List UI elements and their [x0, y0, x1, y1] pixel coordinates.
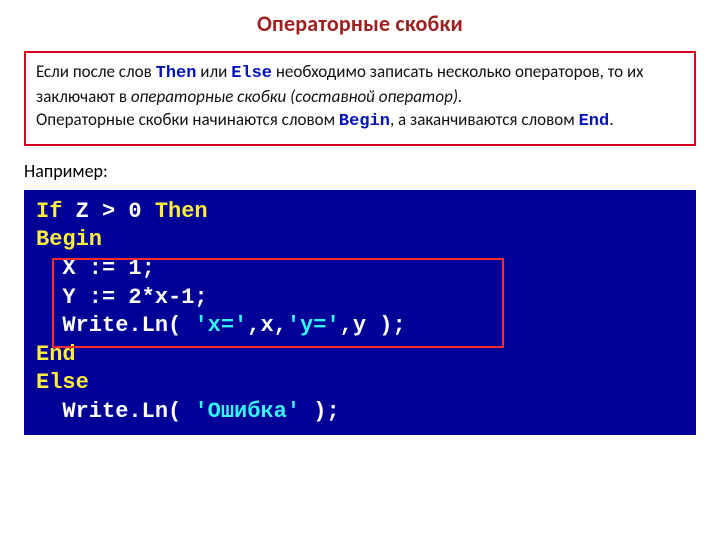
code-keyword: If — [36, 199, 62, 224]
info-text: или — [196, 61, 231, 82]
code-string: 'Ошибка' — [194, 399, 300, 424]
code-block: If Z > 0 Then Begin X := 1; Y := 2*x-1; … — [24, 190, 696, 435]
code-string: 'y=' — [287, 313, 340, 338]
info-text: Операторные скобки начинаются словом — [36, 109, 339, 130]
code-line: If Z > 0 Then — [36, 198, 684, 227]
code-text: ,y ); — [340, 313, 406, 338]
info-text: Если после слов — [36, 61, 156, 82]
info-text: , а заканчиваются словом — [390, 109, 579, 130]
code-line: End — [36, 341, 684, 370]
code-text: Y := 2*x-1; — [36, 285, 208, 310]
info-text: . — [609, 109, 613, 130]
keyword-then: Then — [156, 64, 197, 83]
page-title: Операторные скобки — [24, 10, 696, 37]
keyword-end: End — [579, 112, 610, 131]
code-line: Write.Ln( 'x=',x,'y=',y ); — [36, 312, 684, 341]
keyword-else: Else — [231, 64, 272, 83]
code-text: ,x, — [247, 313, 287, 338]
code-line: Write.Ln( 'Ошибка' ); — [36, 398, 684, 427]
code-text: Z > 0 — [62, 199, 154, 224]
info-italic: операторные скобки (составной оператор). — [131, 86, 462, 107]
code-line: Else — [36, 369, 684, 398]
code-string: 'x=' — [194, 313, 247, 338]
code-text: Write.Ln( — [36, 313, 194, 338]
info-box: Если после слов Then или Else необходимо… — [24, 51, 696, 146]
code-text: ); — [300, 399, 340, 424]
code-keyword: Begin — [36, 227, 102, 252]
example-label: Например: — [24, 160, 696, 182]
code-line: X := 1; — [36, 255, 684, 284]
code-text: X := 1; — [36, 256, 155, 281]
code-text: Write.Ln( — [36, 399, 194, 424]
code-keyword: Else — [36, 370, 89, 395]
code-keyword: Then — [155, 199, 208, 224]
code-line: Begin — [36, 226, 684, 255]
code-keyword: End — [36, 342, 76, 367]
code-line: Y := 2*x-1; — [36, 284, 684, 313]
keyword-begin: Begin — [339, 112, 390, 131]
